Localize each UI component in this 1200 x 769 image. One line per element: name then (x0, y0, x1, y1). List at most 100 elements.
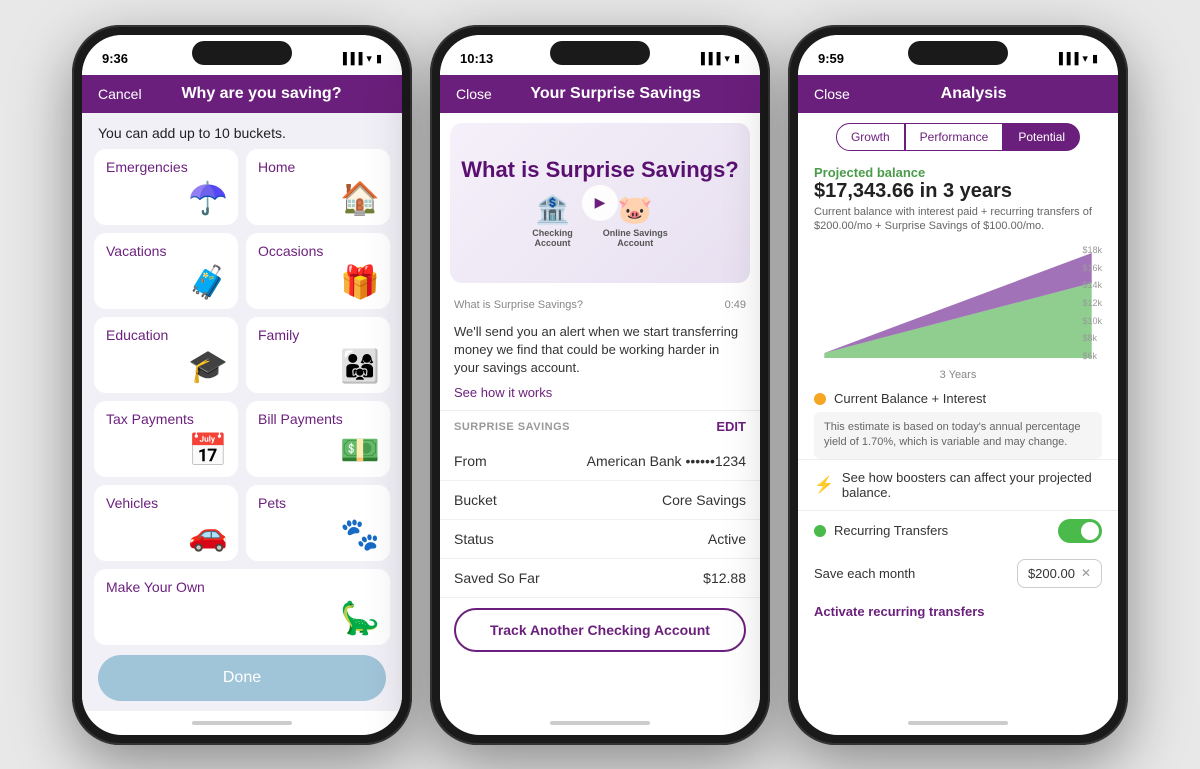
bucket-home[interactable]: Home 🏠 (246, 149, 390, 225)
phone-1: 9:36 ▐▐▐ ▾ ▮ Cancel Why are you saving? … (72, 25, 412, 745)
play-button[interactable]: ▶ (582, 185, 618, 221)
wifi-icon: ▾ (366, 52, 372, 65)
bucket-value: Core Savings (662, 492, 746, 508)
bucket-make-label: Make Your Own (106, 579, 378, 595)
bucket-emergencies[interactable]: Emergencies ☂️ (94, 149, 238, 225)
track-another-button[interactable]: Track Another Checking Account (454, 608, 746, 652)
header-title-3: Analysis (941, 85, 1007, 103)
done-button[interactable]: Done (98, 655, 386, 701)
wifi-icon-2: ▾ (724, 52, 730, 65)
status-bar-3: 9:59 ▐▐▐ ▾ ▮ (798, 35, 1118, 75)
bucket-label-2: Bucket (454, 492, 497, 508)
projected-label: Projected balance (814, 165, 1102, 180)
time-1: 9:36 (102, 51, 128, 66)
bucket-education[interactable]: Education 🎓 (94, 317, 238, 393)
notch-3 (908, 41, 1008, 65)
recurring-dot (814, 525, 826, 537)
bucket-emergencies-label: Emergencies (106, 159, 226, 175)
bucket-family-icon: 👨‍👩‍👧 (340, 347, 380, 385)
legend-current-balance: Current Balance + Interest (798, 385, 1118, 412)
clear-amount-icon[interactable]: ✕ (1081, 566, 1091, 580)
booster-icon: ⚡ (814, 475, 834, 495)
surprise-video-title: What is Surprise Savings? (461, 157, 739, 183)
activate-recurring-link[interactable]: Activate recurring transfers (798, 596, 1118, 627)
checking-account-icon: 🏦 CheckingAccount (532, 193, 573, 248)
from-value: American Bank ••••••1234 (587, 453, 746, 469)
status-bar-1: 9:36 ▐▐▐ ▾ ▮ (82, 35, 402, 75)
tab-potential[interactable]: Potential (1003, 123, 1080, 151)
bucket-make-your-own[interactable]: Make Your Own 🦕 (94, 569, 390, 645)
projected-sub: Current balance with interest paid + rec… (814, 205, 1102, 234)
bucket-occasions-icon: 🎁 (340, 263, 380, 301)
save-amount-field[interactable]: $200.00 ✕ (1017, 559, 1102, 588)
bucket-pets-icon: 🐾 (340, 515, 380, 553)
battery-icon-3: ▮ (1092, 52, 1098, 65)
screenshot-wrapper: 9:36 ▐▐▐ ▾ ▮ Cancel Why are you saving? … (72, 25, 1128, 745)
signal-icon-2: ▐▐▐ (697, 53, 720, 65)
detail-row-status: Status Active (440, 520, 760, 559)
notch-1 (192, 41, 292, 65)
bucket-family-label: Family (258, 327, 378, 343)
time-2: 10:13 (460, 51, 493, 66)
close-button-2[interactable]: Close (456, 86, 492, 102)
bucket-bill-icon: 💵 (340, 431, 380, 469)
video-label: What is Surprise Savings? (454, 299, 583, 311)
bucket-vacations-label: Vacations (106, 243, 226, 259)
edit-button[interactable]: EDIT (716, 419, 746, 434)
saved-so-far-label: Saved So Far (454, 570, 540, 586)
bucket-vehicles-label: Vehicles (106, 495, 226, 511)
bucket-tax-payments[interactable]: Tax Payments 📅 (94, 401, 238, 477)
save-amount-value: $200.00 (1028, 566, 1075, 581)
legend-text-balance: Current Balance + Interest (834, 391, 986, 406)
chart-x-labels: 3 Years (798, 369, 1118, 385)
tab-performance[interactable]: Performance (905, 123, 1004, 151)
bucket-education-icon: 🎓 (188, 347, 228, 385)
home-bar-1 (192, 721, 292, 725)
surprise-section-header: SURPRISE SAVINGS EDIT (440, 410, 760, 442)
section-label: SURPRISE SAVINGS (454, 421, 570, 433)
x-label-3years: 3 Years (814, 369, 1102, 381)
bucket-occasions[interactable]: Occasions 🎁 (246, 233, 390, 309)
bucket-pets-label: Pets (258, 495, 378, 511)
projected-chart: $18k $16k $14k $12k $10k $8k $6k (814, 243, 1102, 363)
phone1-content: You can add up to 10 buckets. Emergencie… (82, 113, 402, 711)
bucket-emergencies-icon: ☂️ (188, 179, 228, 217)
surprise-savings-video[interactable]: What is Surprise Savings? 🏦 CheckingAcco… (450, 123, 750, 283)
bucket-vacations-icon: 🧳 (188, 263, 228, 301)
save-month-row: Save each month $200.00 ✕ (798, 551, 1118, 596)
buckets-grid: Emergencies ☂️ Home 🏠 Vacations 🧳 Occasi… (82, 149, 402, 645)
status-icons-3: ▐▐▐ ▾ ▮ (1055, 52, 1098, 65)
header-title-2: Your Surprise Savings (530, 85, 700, 103)
home-bar-2 (550, 721, 650, 725)
booster-row: ⚡ See how boosters can affect your proje… (798, 459, 1118, 510)
bucket-pets[interactable]: Pets 🐾 (246, 485, 390, 561)
detail-row-bucket: Bucket Core Savings (440, 481, 760, 520)
buckets-subtitle: You can add up to 10 buckets. (82, 113, 402, 149)
from-label: From (454, 453, 487, 469)
bucket-tax-label: Tax Payments (106, 411, 226, 427)
home-indicator-3 (798, 711, 1118, 735)
signal-icon-3: ▐▐▐ (1055, 53, 1078, 65)
notch-2 (550, 41, 650, 65)
tab-growth[interactable]: Growth (836, 123, 905, 151)
surprise-description: We'll send you an alert when we start tr… (440, 317, 760, 386)
booster-text: See how boosters can affect your project… (842, 470, 1102, 500)
signal-icon: ▐▐▐ (339, 53, 362, 65)
battery-icon-2: ▮ (734, 52, 740, 65)
bucket-education-label: Education (106, 327, 226, 343)
saved-so-far-value: $12.88 (703, 570, 746, 586)
bucket-family[interactable]: Family 👨‍👩‍👧 (246, 317, 390, 393)
bucket-vehicles[interactable]: Vehicles 🚗 (94, 485, 238, 561)
bucket-make-icon: 🦕 (340, 599, 380, 637)
recurring-toggle[interactable] (1058, 519, 1102, 543)
home-indicator-1 (82, 711, 402, 735)
see-how-link[interactable]: See how it works (440, 385, 760, 410)
bucket-vacations[interactable]: Vacations 🧳 (94, 233, 238, 309)
cancel-button[interactable]: Cancel (98, 86, 142, 102)
bucket-tax-icon: 📅 (188, 431, 228, 469)
bucket-bill-payments[interactable]: Bill Payments 💵 (246, 401, 390, 477)
bucket-bill-label: Bill Payments (258, 411, 378, 427)
app-header-2: Close Your Surprise Savings · (440, 75, 760, 113)
close-button-3[interactable]: Close (814, 86, 850, 102)
video-info-row: What is Surprise Savings? 0:49 (440, 293, 760, 317)
